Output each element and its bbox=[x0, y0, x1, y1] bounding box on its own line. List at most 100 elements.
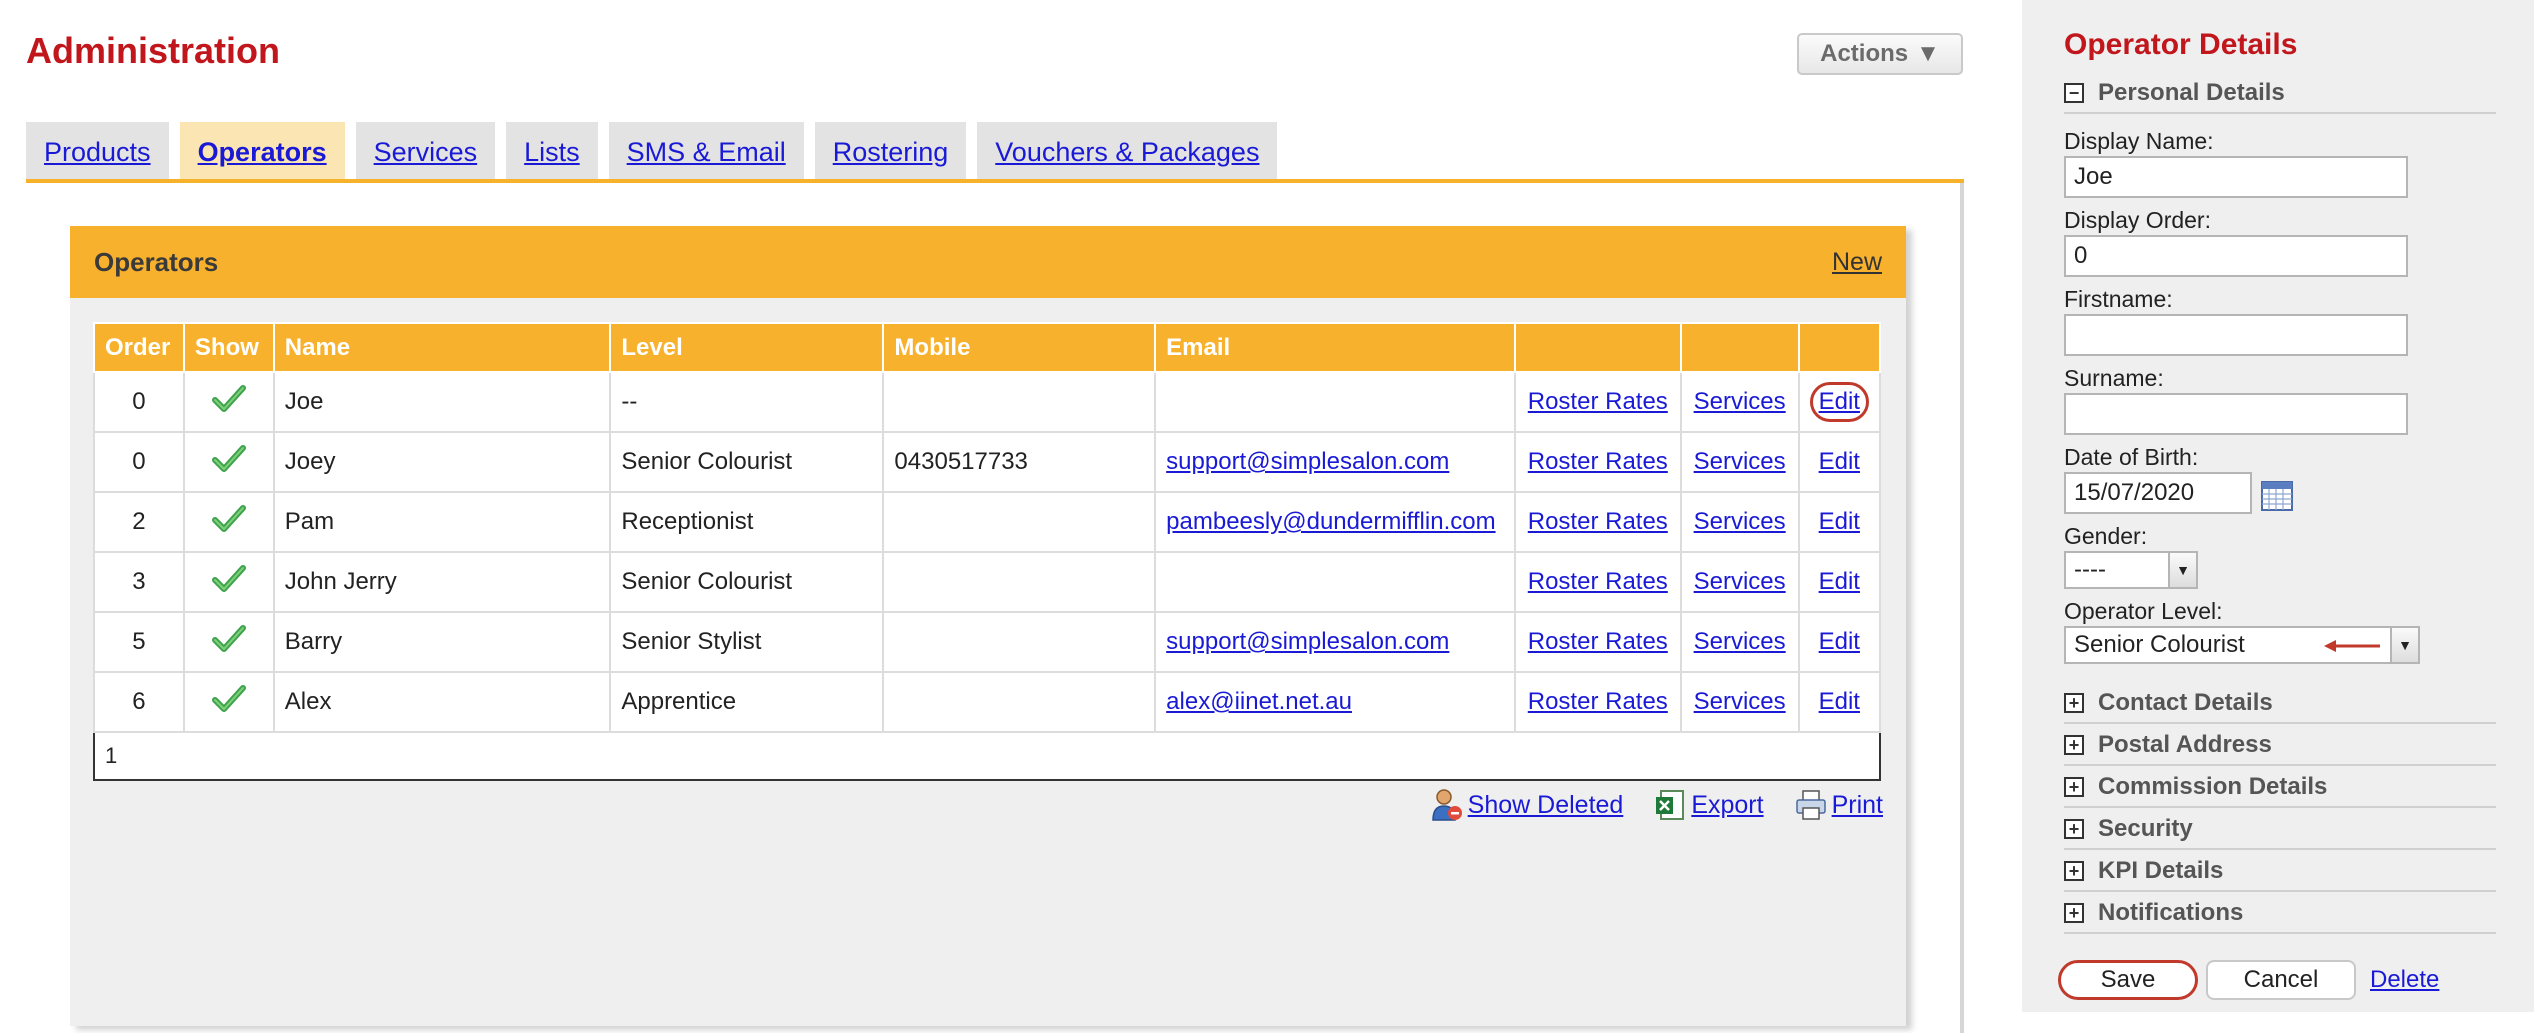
display-order-label: Display Order: bbox=[2064, 207, 2211, 233]
dob-input[interactable] bbox=[2064, 472, 2252, 514]
services-link[interactable]: Services bbox=[1694, 508, 1786, 535]
surname-label: Surname: bbox=[2064, 365, 2164, 391]
roster-rates-link[interactable]: Roster Rates bbox=[1528, 568, 1668, 595]
section-security[interactable]: + Security bbox=[2064, 810, 2496, 850]
firstname-input[interactable] bbox=[2064, 314, 2408, 356]
email-link[interactable]: support@simplesalon.com bbox=[1166, 628, 1449, 655]
chevron-down-icon[interactable]: ▼ bbox=[2390, 628, 2418, 662]
cell-mobile bbox=[882, 671, 1157, 733]
col-header-email[interactable]: Email bbox=[1154, 322, 1516, 373]
main-area: Administration Actions ▼ Products Operat… bbox=[0, 0, 2010, 1033]
gender-select[interactable]: ---- ▼ bbox=[2064, 551, 2198, 589]
table-body: 0 Joe -- Roster Rates Services Edit 0 Joey Senio… bbox=[93, 371, 1882, 733]
edit-link[interactable]: Edit bbox=[1819, 508, 1860, 535]
tab-label[interactable]: Lists bbox=[524, 137, 580, 168]
tab-label[interactable]: SMS & Email bbox=[627, 137, 786, 168]
cell-edit: Edit bbox=[1797, 551, 1882, 613]
cell-show bbox=[182, 551, 275, 613]
col-header-blank bbox=[1797, 322, 1882, 373]
cell-email: support@simplesalon.com bbox=[1154, 431, 1516, 493]
print-link-group[interactable]: Print bbox=[1794, 788, 1883, 822]
section-commission-details[interactable]: + Commission Details bbox=[2064, 768, 2496, 808]
tab-sms-email[interactable]: SMS & Email bbox=[608, 122, 804, 182]
cell-edit: Edit bbox=[1797, 611, 1882, 673]
section-kpi-details[interactable]: + KPI Details bbox=[2064, 852, 2496, 892]
tab-label[interactable]: Operators bbox=[198, 137, 327, 168]
expand-icon[interactable]: + bbox=[2064, 903, 2084, 923]
show-deleted-link[interactable]: Show Deleted bbox=[1468, 791, 1624, 820]
cell-order: 3 bbox=[93, 551, 185, 613]
email-link[interactable]: pambeesly@dundermifflin.com bbox=[1166, 508, 1495, 535]
roster-rates-link[interactable]: Roster Rates bbox=[1528, 448, 1668, 475]
col-header-name[interactable]: Name bbox=[272, 322, 612, 373]
tab-vouchers-packages[interactable]: Vouchers & Packages bbox=[977, 122, 1278, 182]
section-personal-details[interactable]: − Personal Details bbox=[2064, 74, 2496, 114]
tab-rostering[interactable]: Rostering bbox=[814, 122, 967, 182]
services-link[interactable]: Services bbox=[1694, 628, 1786, 655]
tab-label[interactable]: Products bbox=[44, 137, 151, 168]
cell-roster-rates: Roster Rates bbox=[1513, 611, 1682, 673]
surname-input[interactable] bbox=[2064, 393, 2408, 435]
save-button[interactable]: Save bbox=[2058, 960, 2198, 1000]
section-postal-address[interactable]: + Postal Address bbox=[2064, 726, 2496, 766]
col-header-order[interactable]: Order bbox=[93, 322, 185, 373]
page-number[interactable]: 1 bbox=[93, 731, 1881, 781]
tab-label[interactable]: Services bbox=[374, 137, 478, 168]
col-header-mobile[interactable]: Mobile bbox=[882, 322, 1157, 373]
display-order-input[interactable] bbox=[2064, 235, 2408, 277]
edit-link[interactable]: Edit bbox=[1819, 568, 1860, 595]
show-deleted-link-group[interactable]: Show Deleted bbox=[1430, 788, 1624, 822]
delete-link[interactable]: Delete bbox=[2370, 966, 2439, 994]
tab-label[interactable]: Rostering bbox=[833, 137, 949, 168]
edit-link[interactable]: Edit bbox=[1819, 448, 1860, 475]
col-header-show[interactable]: Show bbox=[182, 322, 275, 373]
collapse-icon[interactable]: − bbox=[2064, 83, 2084, 103]
tab-operators[interactable]: Operators bbox=[179, 122, 345, 182]
cell-mobile bbox=[882, 611, 1157, 673]
section-contact-details[interactable]: + Contact Details bbox=[2064, 684, 2496, 724]
section-notifications[interactable]: + Notifications bbox=[2064, 894, 2496, 934]
email-link[interactable]: alex@iinet.net.au bbox=[1166, 688, 1352, 715]
tab-products[interactable]: Products bbox=[26, 122, 169, 182]
expand-icon[interactable]: + bbox=[2064, 819, 2084, 839]
tab-lists[interactable]: Lists bbox=[506, 122, 598, 182]
expand-icon[interactable]: + bbox=[2064, 777, 2084, 797]
printer-icon bbox=[1795, 790, 1826, 820]
table-row: 0 Joe -- Roster Rates Services Edit bbox=[93, 371, 1882, 433]
services-link[interactable]: Services bbox=[1694, 448, 1786, 475]
edit-link[interactable]: Edit bbox=[1819, 628, 1860, 655]
cell-edit: Edit bbox=[1797, 431, 1882, 493]
export-link-group[interactable]: Export bbox=[1653, 788, 1764, 822]
export-link[interactable]: Export bbox=[1691, 791, 1763, 820]
roster-rates-link[interactable]: Roster Rates bbox=[1528, 508, 1668, 535]
roster-rates-link[interactable]: Roster Rates bbox=[1528, 628, 1668, 655]
checkmark-icon bbox=[211, 384, 246, 412]
email-link[interactable]: support@simplesalon.com bbox=[1166, 448, 1449, 475]
col-header-level[interactable]: Level bbox=[609, 322, 885, 373]
expand-icon[interactable]: + bbox=[2064, 861, 2084, 881]
expand-icon[interactable]: + bbox=[2064, 693, 2084, 713]
actions-button[interactable]: Actions ▼ bbox=[1797, 33, 1963, 75]
tab-label[interactable]: Vouchers & Packages bbox=[995, 137, 1259, 168]
roster-rates-link[interactable]: Roster Rates bbox=[1528, 388, 1668, 415]
cancel-button[interactable]: Cancel bbox=[2206, 960, 2356, 1000]
print-link[interactable]: Print bbox=[1832, 791, 1883, 820]
calendar-icon[interactable] bbox=[2260, 478, 2294, 512]
cell-email: pambeesly@dundermifflin.com bbox=[1154, 491, 1516, 553]
display-name-input[interactable] bbox=[2064, 156, 2408, 198]
operator-level-select[interactable]: Senior Colourist ▼ bbox=[2064, 626, 2420, 664]
edit-link[interactable]: Edit bbox=[1819, 388, 1860, 415]
chevron-down-icon[interactable]: ▼ bbox=[2168, 553, 2196, 587]
operator-level-label: Operator Level: bbox=[2064, 598, 2223, 624]
tab-services[interactable]: Services bbox=[355, 122, 496, 182]
cell-show bbox=[182, 611, 275, 673]
expand-icon[interactable]: + bbox=[2064, 735, 2084, 755]
cell-level: Senior Stylist bbox=[609, 611, 885, 673]
roster-rates-link[interactable]: Roster Rates bbox=[1528, 688, 1668, 715]
new-operator-link[interactable]: New bbox=[1832, 248, 1882, 277]
edit-link[interactable]: Edit bbox=[1819, 688, 1860, 715]
services-link[interactable]: Services bbox=[1694, 388, 1786, 415]
services-link[interactable]: Services bbox=[1694, 688, 1786, 715]
services-link[interactable]: Services bbox=[1694, 568, 1786, 595]
cell-show bbox=[182, 491, 275, 553]
